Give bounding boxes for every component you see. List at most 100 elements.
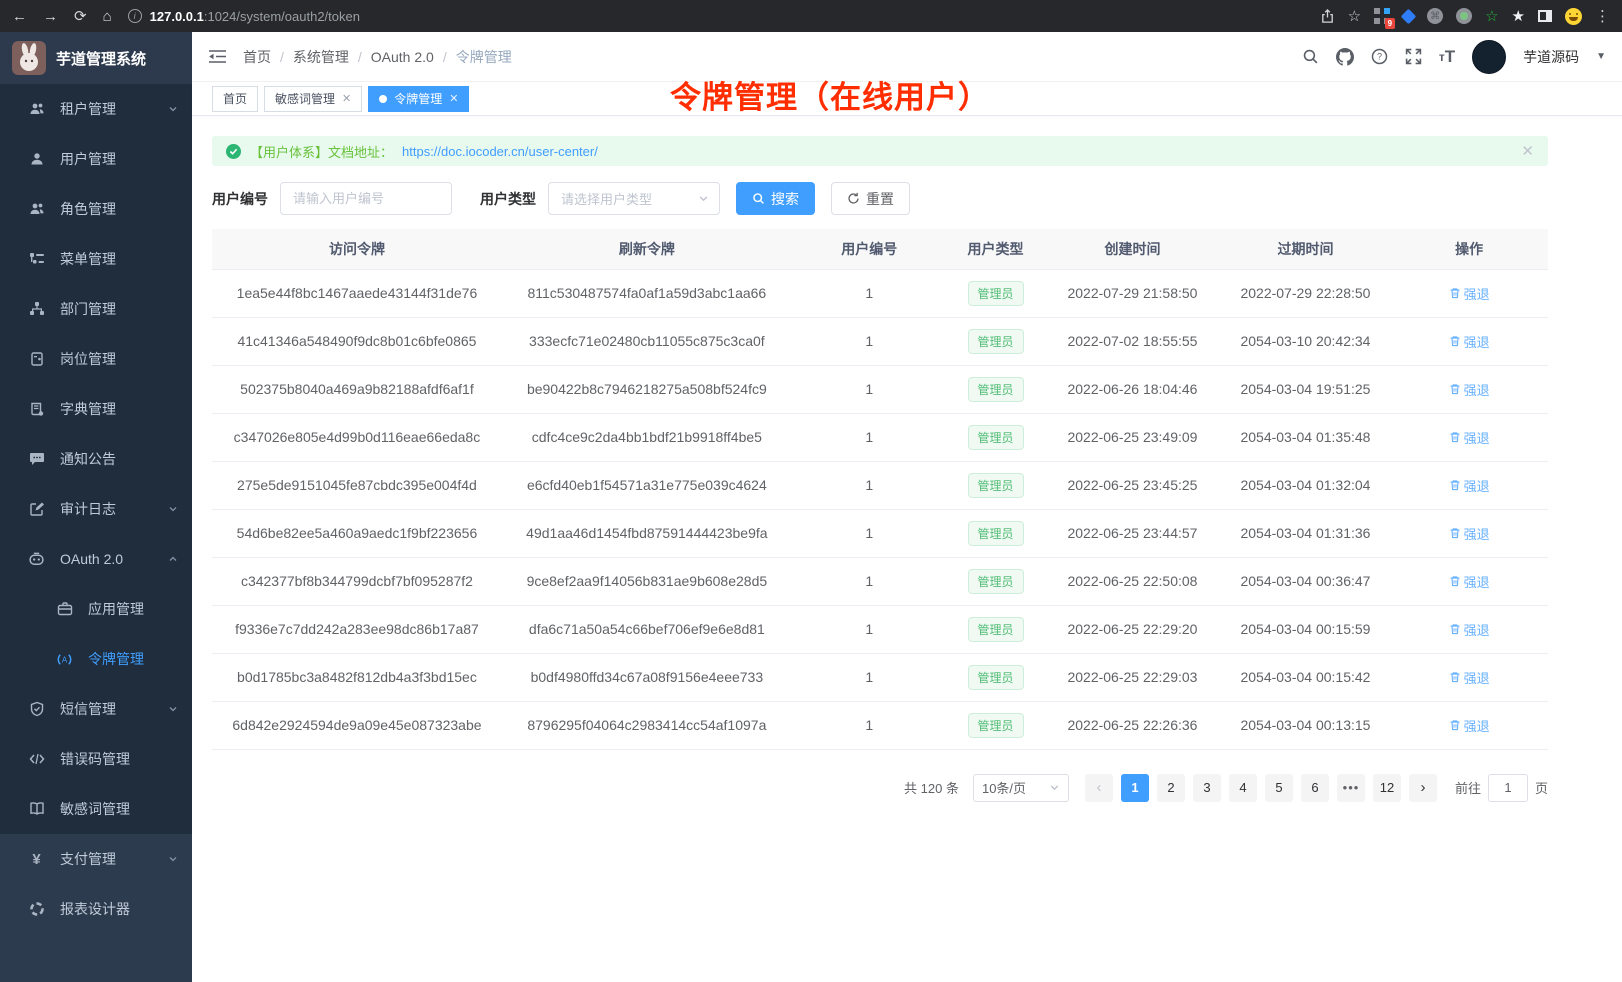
command-extension-icon[interactable]: ⌘ (1427, 8, 1443, 24)
page-button-4[interactable]: 4 (1229, 774, 1257, 802)
search-button[interactable]: 搜索 (736, 182, 815, 215)
token-table: 访问令牌 刷新令牌 用户编号 用户类型 创建时间 过期时间 操作 1ea5e44… (212, 229, 1548, 750)
sidebar-item-report-designer[interactable]: 报表设计器 (0, 884, 192, 934)
search-icon[interactable] (1302, 48, 1319, 65)
sidebar-item-oauth2[interactable]: OAuth 2.0 (0, 534, 192, 584)
forward-icon[interactable]: → (43, 9, 58, 24)
font-size-icon[interactable]: тT (1439, 47, 1455, 67)
chevron-up-icon (168, 554, 178, 564)
user-avatar[interactable] (1472, 40, 1506, 74)
force-logout-button[interactable]: 强退 (1449, 620, 1490, 639)
sidebar-item-app-management[interactable]: 应用管理 (0, 584, 192, 634)
sidebar-item-department[interactable]: 部门管理 (0, 284, 192, 334)
sidebar-item-sms[interactable]: 短信管理 (0, 684, 192, 734)
force-logout-button[interactable]: 强退 (1449, 716, 1490, 735)
help-icon[interactable]: ? (1371, 48, 1388, 65)
sidebar-item-menu[interactable]: 菜单管理 (0, 234, 192, 284)
more-pages-button[interactable]: ••• (1337, 774, 1365, 802)
emoji-extension-icon[interactable] (1565, 8, 1582, 25)
alert-doc-link[interactable]: https://doc.iocoder.cn/user-center/ (402, 144, 598, 159)
tab-token-management[interactable]: 令牌管理 ✕ (368, 86, 469, 112)
sidebar-item-error-code[interactable]: 错误码管理 (0, 734, 192, 784)
close-icon[interactable]: ✕ (1521, 142, 1534, 160)
total-count: 共 120 条 (904, 778, 959, 797)
goto-page-input[interactable] (1488, 774, 1528, 802)
page-size-select[interactable]: 10条/页 (973, 774, 1069, 802)
force-logout-button[interactable]: 强退 (1449, 668, 1490, 687)
sidebar-item-post[interactable]: 岗位管理 (0, 334, 192, 384)
back-icon[interactable]: ← (12, 9, 27, 24)
browser-menu-icon[interactable]: ⋮ (1595, 9, 1610, 24)
sidebar-item-tenant[interactable]: 租户管理 (0, 84, 192, 134)
cell-actions: 强退 (1390, 509, 1548, 557)
gem-extension-icon[interactable] (1401, 8, 1417, 24)
green-star-extension-icon[interactable]: ☆ (1485, 7, 1498, 25)
sidebar-item-notice[interactable]: 通知公告 (0, 434, 192, 484)
user-id-input[interactable] (280, 182, 452, 215)
github-icon[interactable] (1336, 48, 1354, 66)
sidebar-item-dictionary[interactable]: 字典管理 (0, 384, 192, 434)
force-logout-button[interactable]: 强退 (1449, 284, 1490, 303)
url-bar[interactable]: i 127.0.0.1:1024/system/oauth2/token (128, 9, 1304, 24)
cell-expires: 2022-07-29 22:28:50 (1221, 269, 1391, 317)
cell-user-id: 1 (792, 653, 947, 701)
refresh-icon[interactable]: ⟳ (74, 9, 87, 24)
page-button-6[interactable]: 6 (1301, 774, 1329, 802)
reset-button[interactable]: 重置 (831, 182, 910, 215)
next-page-button[interactable]: › (1409, 774, 1437, 802)
extension-grid-icon[interactable]: 9 (1374, 8, 1390, 24)
sidebar-item-audit-log[interactable]: 审计日志 (0, 484, 192, 534)
site-info-icon[interactable]: i (128, 9, 142, 23)
page-button-1[interactable]: 1 (1121, 774, 1149, 802)
cell-refresh-token: dfa6c71a50a54c66bef706ef9e6e8d81 (502, 605, 792, 653)
page-button-5[interactable]: 5 (1265, 774, 1293, 802)
force-logout-button[interactable]: 强退 (1449, 428, 1490, 447)
app-logo[interactable]: 芋道管理系统 (0, 32, 192, 84)
chevron-down-icon (168, 504, 178, 514)
tab-home[interactable]: 首页 (212, 86, 258, 112)
fullscreen-icon[interactable] (1405, 48, 1422, 65)
force-logout-button[interactable]: 强退 (1449, 380, 1490, 399)
user-id-label: 用户编号 (212, 189, 268, 209)
cell-created: 2022-06-25 22:26:36 (1044, 701, 1220, 749)
share-icon[interactable] (1320, 9, 1335, 24)
sidebar-item-sensitive-word[interactable]: 敏感词管理 (0, 784, 192, 834)
cell-created: 2022-06-26 18:04:46 (1044, 365, 1220, 413)
dictionary-book-icon (28, 401, 45, 418)
page-button-12[interactable]: 12 (1373, 774, 1401, 802)
sidebar-item-payment[interactable]: ¥ 支付管理 (0, 834, 192, 884)
sidebar-item-token-management[interactable]: A 令牌管理 (0, 634, 192, 684)
window-extension-icon[interactable] (1538, 10, 1552, 22)
page-button-3[interactable]: 3 (1193, 774, 1221, 802)
page-button-2[interactable]: 2 (1157, 774, 1185, 802)
collapse-menu-icon[interactable] (208, 49, 227, 64)
trash-icon (1449, 287, 1461, 299)
sidebar-item-role[interactable]: 角色管理 (0, 184, 192, 234)
breadcrumb-home[interactable]: 首页 (243, 47, 271, 67)
sidebar-item-user[interactable]: 用户管理 (0, 134, 192, 184)
home-icon[interactable]: ⌂ (103, 9, 112, 24)
tab-sensitive-word[interactable]: 敏感词管理 ✕ (264, 86, 362, 112)
force-logout-button[interactable]: 强退 (1449, 476, 1490, 495)
caret-down-icon[interactable]: ▼ (1596, 51, 1606, 62)
force-logout-button[interactable]: 强退 (1449, 572, 1490, 591)
sidebar-menu: 租户管理 用户管理 角色管理 菜单管理 部门管理 岗位管理 (0, 84, 192, 982)
cell-access-token: c347026e805e4d99b0d116eae66eda8c (212, 413, 502, 461)
breadcrumb-oauth[interactable]: OAuth 2.0 (371, 49, 434, 65)
close-icon[interactable]: ✕ (342, 92, 351, 105)
breadcrumb-system[interactable]: 系统管理 (293, 47, 349, 67)
force-logout-button[interactable]: 强退 (1449, 332, 1490, 351)
white-star-extension-icon[interactable]: ★ (1512, 7, 1525, 25)
record-extension-icon[interactable] (1456, 8, 1472, 24)
cell-expires: 2054-03-04 01:31:36 (1221, 509, 1391, 557)
chevron-down-icon (1049, 782, 1060, 793)
cell-access-token: 1ea5e44f8bc1467aaede43144f31de76 (212, 269, 502, 317)
prev-page-button[interactable]: ‹ (1085, 774, 1113, 802)
force-logout-button[interactable]: 强退 (1449, 524, 1490, 543)
cell-created: 2022-06-25 22:29:20 (1044, 605, 1220, 653)
user-type-select[interactable]: 请选择用户类型 (548, 182, 720, 215)
col-actions: 操作 (1390, 229, 1548, 269)
bookmark-star-icon[interactable]: ☆ (1348, 9, 1361, 24)
close-icon[interactable]: ✕ (449, 92, 458, 105)
cell-user-id: 1 (792, 461, 947, 509)
